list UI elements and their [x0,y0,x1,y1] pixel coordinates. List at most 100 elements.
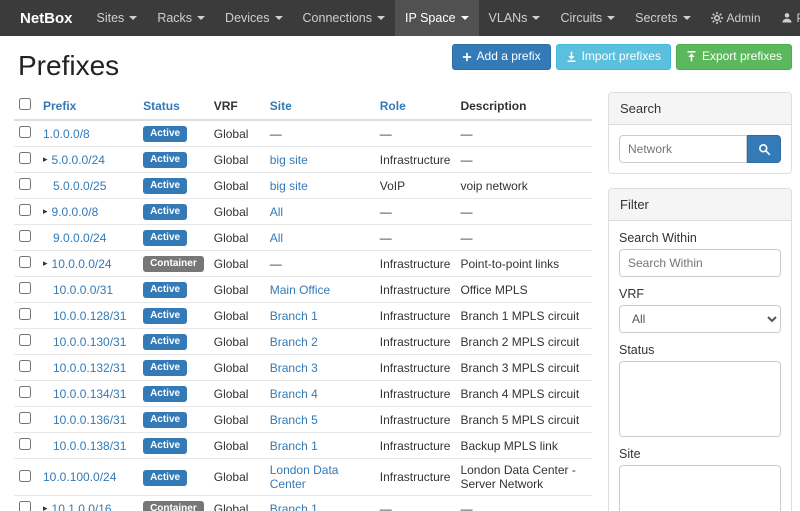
status-badge: Active [143,412,187,428]
role-cell: Infrastructure [375,355,456,381]
role-cell: Infrastructure [375,407,456,433]
sort-prefix-header[interactable]: Prefix [43,99,76,113]
description-cell: London Data Center - Server Network [455,459,592,496]
select-all-checkbox[interactable] [19,98,31,110]
import-prefixes-button[interactable]: Import prefixes [556,44,671,70]
prefix-link[interactable]: 10.0.0.128/31 [53,309,126,323]
page-header: Prefixes Add a prefix Import prefixes Ex… [14,42,792,88]
prefix-link[interactable]: 10.0.100.0/24 [43,470,116,484]
row-checkbox[interactable] [19,438,31,450]
nav-menu-item[interactable]: Connections [293,0,396,36]
vrf-header: VRF [209,92,265,120]
prefix-link[interactable]: 10.0.0.138/31 [53,439,126,453]
prefix-link[interactable]: 9.0.0.0/8 [52,205,99,219]
sort-status-header[interactable]: Status [143,99,180,113]
status-badge: Active [143,308,187,324]
admin-link[interactable]: Admin [701,0,771,36]
nav-menu-item[interactable]: Secrets [625,0,700,36]
sort-site-header[interactable]: Site [270,99,292,113]
vrf-cell: Global [209,120,265,147]
prefix-link[interactable]: 10.0.0.130/31 [53,335,126,349]
nav-menu-item[interactable]: Sites [87,0,148,36]
prefix-link[interactable]: 5.0.0.0/24 [52,153,105,167]
site-link[interactable]: Branch 1 [270,309,318,323]
nav-menu-label: Racks [157,11,192,25]
filter-panel-title: Filter [609,189,791,221]
site-link[interactable]: Main Office [270,283,330,297]
site-link[interactable]: Branch 4 [270,387,318,401]
row-checkbox[interactable] [19,470,31,482]
vrf-cell: Global [209,496,265,511]
site-link[interactable]: big site [270,179,308,193]
status-badge: Active [143,334,187,350]
search-within-input[interactable] [619,249,781,277]
prefix-link[interactable]: 9.0.0.0/24 [53,231,106,245]
row-checkbox[interactable] [19,230,31,242]
row-checkbox[interactable] [19,386,31,398]
prefix-link[interactable]: 10.0.0.0/24 [52,257,112,271]
vrf-cell: Global [209,459,265,496]
row-checkbox[interactable] [19,412,31,424]
prefix-link[interactable]: 10.1.0.0/16 [52,502,112,511]
search-button[interactable] [747,135,781,163]
site-link[interactable]: big site [270,153,308,167]
nav-menu-item[interactable]: VLANs [479,0,551,36]
row-checkbox[interactable] [19,308,31,320]
nav-menu-item[interactable]: Racks [147,0,215,36]
site-link[interactable]: Branch 5 [270,413,318,427]
site-link[interactable]: All [270,205,283,219]
prefix-link[interactable]: 10.0.0.134/31 [53,387,126,401]
table-row: ▸ 5.0.0.0/24 Active Global big site Infr… [14,147,592,173]
site-filter-option[interactable] [620,484,780,486]
row-checkbox[interactable] [19,360,31,372]
row-checkbox[interactable] [19,204,31,216]
search-input[interactable] [619,135,747,163]
row-checkbox[interactable] [19,126,31,138]
prefix-link[interactable]: 10.0.0.0/31 [53,283,113,297]
site-link[interactable]: Branch 1 [270,502,318,511]
description-cell: — [455,199,592,225]
prefix-link[interactable]: 5.0.0.0/25 [53,179,106,193]
site-link[interactable]: London Data Center [270,463,339,491]
role-cell: Infrastructure [375,147,456,173]
vrf-select[interactable]: All [619,305,781,333]
row-checkbox[interactable] [19,152,31,164]
nav-menu-label: Sites [97,11,125,25]
profile-link[interactable]: Profile [771,0,800,36]
expand-arrow-icon[interactable]: ▸ [43,206,48,217]
description-cell: — [455,120,592,147]
site-link[interactable]: All [270,231,283,245]
row-checkbox[interactable] [19,282,31,294]
nav-menu-item[interactable]: Devices [215,0,292,36]
row-checkbox[interactable] [19,501,31,511]
site-link[interactable]: Branch 2 [270,335,318,349]
nav-menu-item[interactable]: IP Space [395,0,479,36]
site-link[interactable]: Branch 3 [270,361,318,375]
prefix-link[interactable]: 10.0.0.132/31 [53,361,126,375]
add-prefix-button[interactable]: Add a prefix [452,44,551,70]
site-filter-list[interactable] [619,465,781,511]
site-link[interactable]: Branch 1 [270,439,318,453]
row-checkbox[interactable] [19,334,31,346]
row-checkbox[interactable] [19,178,31,190]
expand-arrow-icon[interactable]: ▸ [43,258,48,269]
status-badge: Active [143,152,187,168]
status-filter-list[interactable] [619,361,781,437]
top-navbar: NetBox Sites Racks Devices Connections I… [0,0,800,36]
brand-link[interactable]: NetBox [6,0,87,36]
chevron-down-icon [275,16,283,20]
expand-arrow-icon[interactable]: ▸ [43,503,48,511]
gear-icon [711,12,723,24]
status-badge: Container [143,256,204,272]
expand-arrow-icon[interactable]: ▸ [43,154,48,165]
prefix-link[interactable]: 1.0.0.0/8 [43,127,90,141]
row-checkbox[interactable] [19,256,31,268]
table-row: 9.0.0.0/24 Active Global All — — [14,225,592,251]
table-row: ▸ 10.1.0.0/16 Container Global Branch 1 … [14,496,592,511]
nav-menu-item[interactable]: Circuits [550,0,625,36]
export-prefixes-button[interactable]: Export prefixes [676,44,792,70]
description-cell: — [455,496,592,511]
status-filter-option[interactable] [620,370,780,372]
sort-role-header[interactable]: Role [380,99,406,113]
prefix-link[interactable]: 10.0.0.136/31 [53,413,126,427]
